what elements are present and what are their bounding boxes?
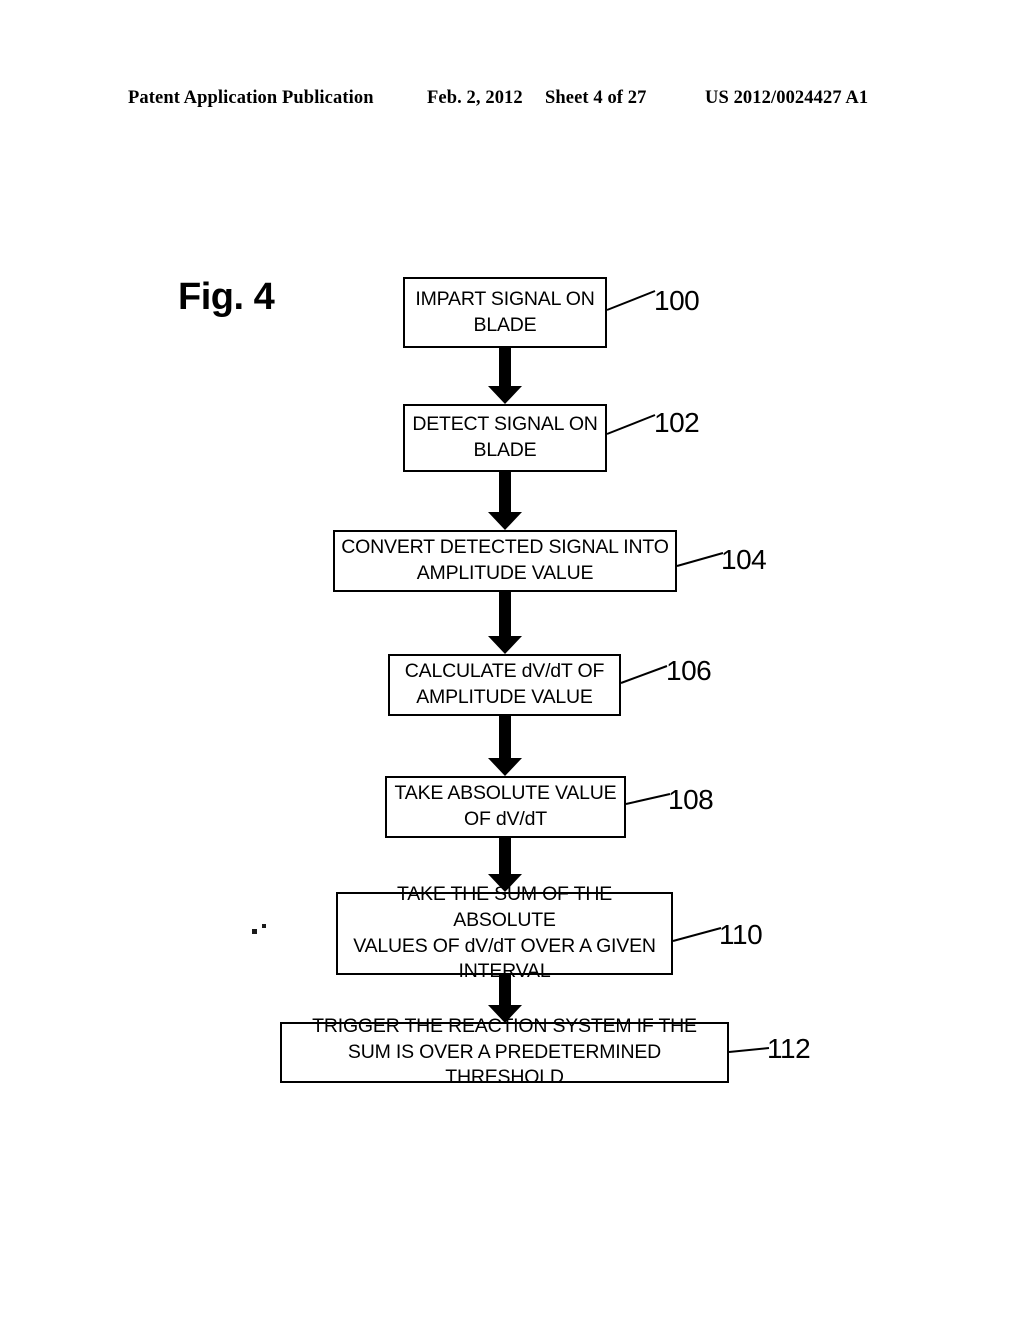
leader-line [728,1047,770,1053]
flowchart-step-text: DETECT SIGNAL ON BLADE [412,413,598,461]
publication-date-label: Feb. 2, 2012 [427,88,523,108]
reference-numeral: 112 [767,1033,811,1064]
reference-numeral: 104 [721,544,767,575]
flowchart-step-box: TRIGGER THE REACTION SYSTEM IF THE SUM I… [280,1015,729,1088]
leader-line [676,552,724,567]
leader-line [606,290,656,311]
scan-artifact-speck [252,929,257,934]
leader-line [672,927,722,942]
leader-line [606,414,656,435]
flowchart-step-text: TRIGGER THE REACTION SYSTEM IF THE SUM I… [312,1014,697,1089]
scan-artifact-speck [262,924,266,928]
flowchart-step-text: CONVERT DETECTED SIGNAL INTO AMPLITUDE V… [341,536,669,584]
flowchart-step-text: IMPART SIGNAL ON BLADE [415,287,595,336]
flowchart-step-box: DETECT SIGNAL ON BLADE [403,404,607,472]
flowchart-step-box: TAKE ABSOLUTE VALUE OF dV/dT [385,776,626,838]
flow-connector-arrow [488,716,522,776]
leader-line [625,793,671,805]
reference-numeral: 100 [654,285,700,316]
flow-connector-arrow [488,472,522,530]
publication-number-label: US 2012/0024427 A1 [705,88,869,108]
reference-numeral: 102 [654,407,700,438]
sheet-number-label: Sheet 4 of 27 [545,88,647,108]
reference-numeral: 108 [668,784,714,815]
flowchart-step-box: TAKE THE SUM OF THE ABSOLUTE VALUES OF d… [336,883,673,982]
reference-numeral: 106 [666,655,712,686]
publication-type-label: Patent Application Publication [128,88,374,108]
figure-label: Fig. 4 [178,276,275,318]
flowchart-step-box: CALCULATE dV/dT OF AMPLITUDE VALUE [388,654,621,716]
flowchart-step-box: CONVERT DETECTED SIGNAL INTO AMPLITUDE V… [333,530,677,592]
flowchart-step-text: TAKE THE SUM OF THE ABSOLUTE VALUES OF d… [353,883,656,983]
flowchart-step-text: CALCULATE dV/dT OF AMPLITUDE VALUE [404,660,605,708]
flow-connector-arrow [488,592,522,654]
reference-numeral: 110 [719,919,763,950]
publication-header: Patent Application Publication Feb. 2, 2… [0,88,1024,114]
flow-connector-arrow [488,348,522,404]
flowchart-step-box: IMPART SIGNAL ON BLADE [403,277,607,348]
flowchart-step-text: TAKE ABSOLUTE VALUE OF dV/dT [394,782,617,830]
leader-line [620,665,668,684]
